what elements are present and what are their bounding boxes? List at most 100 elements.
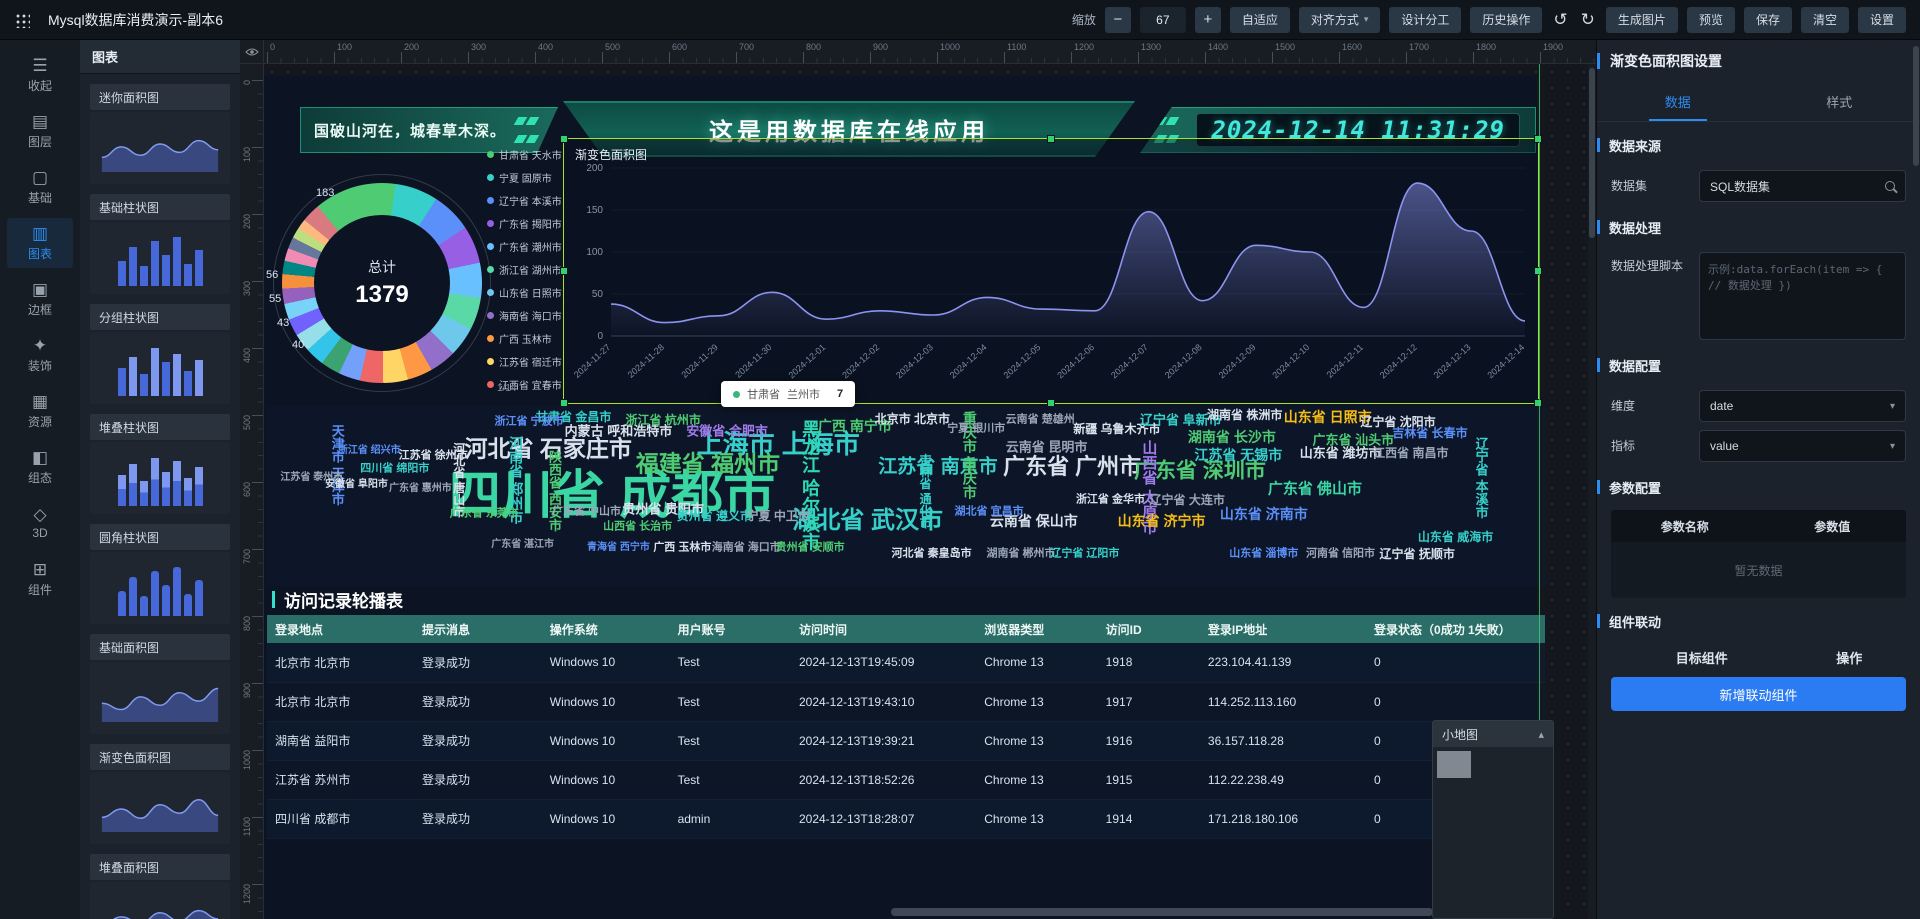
dashboard-designer-app: Mysql数据库消费演示-副本6 缩放 − 67 + 自适应 对齐方式 ▾ 设计… [0,0,1920,919]
access-record-table[interactable]: 登录地点提示消息操作系统用户账号访问时间浏览器类型访问ID登录IP地址登录状态（… [267,615,1545,839]
wordcloud-chart[interactable]: 四川省 成都市上海市 上海市河北省 石家庄市福建省 福州市湖北省 武汉市广东省 … [267,406,1545,586]
legend-item[interactable]: 广东省 揭阳市 [487,216,562,231]
wordcloud-word: 辽宁省 抚顺市 [1380,548,1455,560]
sidebar-item-basic[interactable]: ▢基础 [7,162,73,212]
table-cell: Test [670,760,791,799]
panel-scrollbar[interactable] [1913,46,1919,166]
zoom-value[interactable]: 67 [1140,7,1186,33]
table-row[interactable]: 北京市 北京市登录成功Windows 10Test2024-12-13T19:4… [267,682,1545,721]
app-grid-icon[interactable] [14,12,30,28]
table-cell: 登录成功 [414,643,542,682]
ruler-label: 1700 [1409,42,1429,52]
minimap-panel[interactable]: 小地图 ▴ [1432,720,1554,919]
svg-text:2024-11-28: 2024-11-28 [626,342,666,380]
zoom-in-button[interactable]: + [1195,7,1221,33]
sidebar-item-layers[interactable]: ▤图层 [7,106,73,156]
svg-text:2024-11-29: 2024-11-29 [679,342,719,380]
wordcloud-word: 宁夏 中卫市 [747,510,810,522]
zoom-out-button[interactable]: − [1105,7,1131,33]
tab-data[interactable]: 数据 [1597,82,1759,121]
design-division-button[interactable]: 设计分工 [1389,7,1461,33]
minimap-viewport[interactable] [1437,751,1471,778]
sidebar-item-border[interactable]: ▣边框 [7,274,73,324]
data-script-input[interactable] [1699,252,1906,340]
clear-button[interactable]: 清空 [1801,7,1849,33]
legend-item[interactable]: 广东省 潮州市 [487,239,562,254]
metric-row: 指标 value ▾ [1611,430,1906,462]
dataset-input[interactable]: SQL数据集 [1699,170,1906,202]
generate-image-button[interactable]: 生成图片 [1606,7,1678,33]
canvas-area[interactable]: 国破山河在，城春草木深。 这是用数据库在线应用 2024-12-14 11:31… [240,40,1596,919]
search-icon[interactable] [1885,181,1895,191]
metric-select[interactable]: value ▾ [1699,430,1906,462]
horizontal-scrollbar[interactable] [891,908,1433,916]
wordcloud-word: 江苏省 无锡市 [1194,448,1282,462]
chart-list-item[interactable]: 迷你面积图 [90,84,230,184]
preview-button[interactable]: 预览 [1687,7,1735,33]
legend-pagination[interactable]: 1/14 [497,383,516,394]
table-cell: 36.157.118.28 [1200,721,1366,760]
thumb-bar [151,241,159,286]
save-button[interactable]: 保存 [1744,7,1792,33]
align-dropdown[interactable]: 对齐方式 ▾ [1299,7,1381,33]
table-cell: 1916 [1098,721,1200,760]
sidebar-item-config[interactable]: ◧组态 [7,442,73,492]
undo-icon[interactable]: ↺ [1551,10,1569,30]
legend-item[interactable]: 广西 玉林市 [487,331,562,346]
resource-icon: ▦ [32,393,48,410]
history-button[interactable]: 历史操作 [1470,7,1542,33]
chart-item-title: 堆叠柱状图 [90,414,230,440]
sidebar-item-collapse[interactable]: ☰收起 [7,50,73,100]
sidebar-item-3d[interactable]: ◇3D [7,498,73,548]
legend-item[interactable]: 甘肃省 天水市 [487,147,562,162]
legend-item[interactable]: 山东省 日照市 [487,285,562,300]
table-cell: 0 [1366,643,1545,682]
chart-list-item[interactable]: 基础面积图 [90,634,230,734]
chart-list-item[interactable]: 圆角柱状图 [90,524,230,624]
ruler-corner[interactable] [240,40,264,64]
thumb-bar [173,354,181,396]
legend-item[interactable]: 海南省 海口市 [487,308,562,323]
align-dropdown-label: 对齐方式 [1311,11,1359,28]
svg-text:2024-12-03: 2024-12-03 [894,342,935,380]
wordcloud-word: 湖北省 宜昌市 [955,507,1024,518]
chart-list-item[interactable]: 堆叠柱状图 [90,414,230,514]
ruler-label: 300 [471,42,486,52]
settings-button[interactable]: 设置 [1858,7,1906,33]
chart-list-item[interactable]: 渐变色面积图 [90,744,230,844]
legend-item[interactable]: 宁夏 固原市 [487,170,562,185]
wordcloud-word: 云南省 昆明市 [1006,441,1088,454]
legend-item[interactable]: 江苏省 宿迁市 [487,354,562,369]
add-linkage-button[interactable]: 新增联动组件 [1611,677,1906,711]
table-row[interactable]: 北京市 北京市登录成功Windows 10Test2024-12-13T19:4… [267,643,1545,682]
chart-list-item[interactable]: 堆叠面积图 [90,854,230,919]
sidebar-item-charts[interactable]: ▥图表 [7,218,73,268]
redo-icon[interactable]: ↻ [1579,10,1597,30]
tab-style[interactable]: 样式 [1759,82,1920,121]
legend-item[interactable]: 浙江省 湖州市 [487,262,562,277]
area-chart-plot: 0501001502002024-11-272024-11-282024-11-… [563,138,1539,409]
ruler-label: 1100 [1007,42,1026,52]
table-row[interactable]: 湖南省 益阳市登录成功Windows 10Test2024-12-13T19:3… [267,721,1545,760]
sidebar-item-resource[interactable]: ▦资源 [7,386,73,436]
settings-panel-title: 渐变色面积图设置 [1597,40,1920,82]
ruler-label: 1300 [1141,42,1161,52]
sidebar-item-widget[interactable]: ⊞组件 [7,554,73,604]
fit-button[interactable]: 自适应 [1230,7,1290,33]
legend-item[interactable]: 辽宁省 本溪市 [487,193,562,208]
donut-chart[interactable]: 总计 1379 18356554340 [282,183,482,383]
svg-text:2024-12-04: 2024-12-04 [948,342,989,380]
param-name-header: 参数名称 [1611,510,1759,542]
gradient-area-chart[interactable]: 渐变色面积图 0501001502002024-11-272024-11-282… [563,138,1539,404]
dimension-select[interactable]: date ▾ [1699,390,1906,422]
chevron-up-icon[interactable]: ▴ [1538,728,1544,741]
table-row[interactable]: 四川省 成都市登录成功Windows 10admin2024-12-13T18:… [267,799,1545,838]
vertical-scrollbar[interactable] [1589,68,1595,238]
table-row[interactable]: 江苏省 苏州市登录成功Windows 10Test2024-12-13T18:5… [267,760,1545,799]
dashboard-artboard[interactable]: 国破山河在，城春草木深。 这是用数据库在线应用 2024-12-14 11:31… [251,75,1537,919]
legend-dot [487,289,494,296]
sidebar-item-decoration[interactable]: ✦装饰 [7,330,73,380]
minimap-body [1433,747,1553,918]
chart-list-item[interactable]: 分组柱状图 [90,304,230,404]
chart-list-item[interactable]: 基础柱状图 [90,194,230,294]
